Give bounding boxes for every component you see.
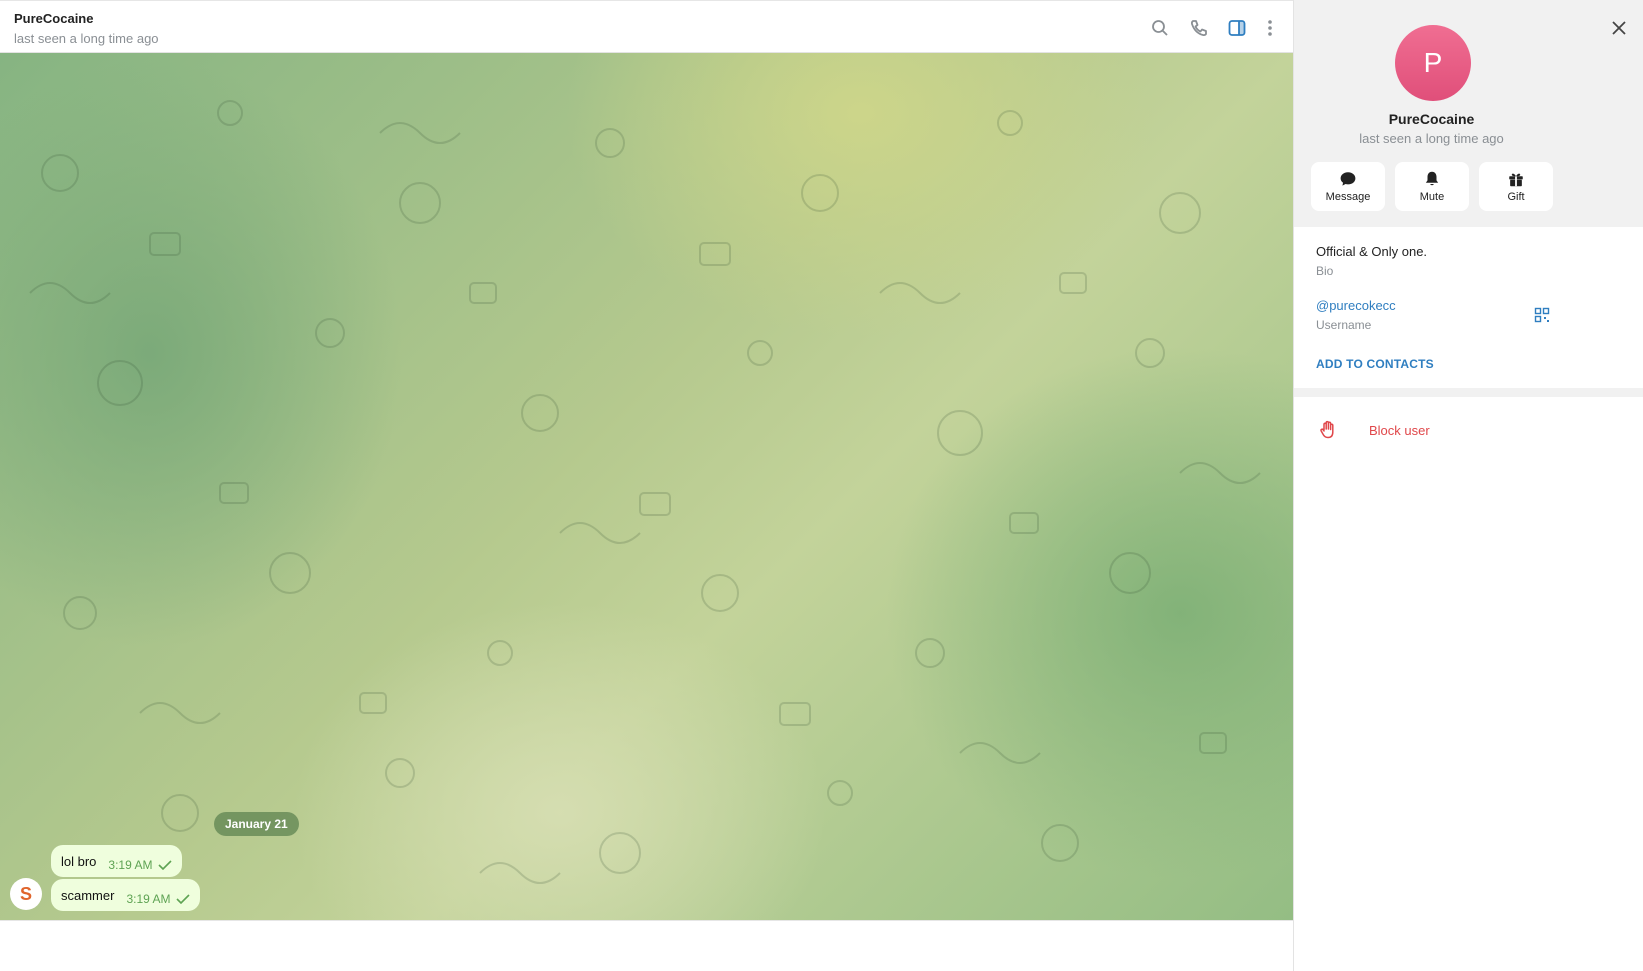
check-icon xyxy=(158,860,173,870)
chat-wallpaper xyxy=(0,53,1293,920)
message-bubble[interactable]: scammer 3:19 AM xyxy=(51,879,201,911)
profile-avatar[interactable]: P xyxy=(1395,25,1471,101)
date-chip: January 21 xyxy=(214,812,299,836)
message-meta: 3:19 AM xyxy=(126,892,191,906)
more-vertical-icon[interactable] xyxy=(1260,18,1280,38)
chat-header: PureCocaine last seen a long time ago xyxy=(0,0,1293,53)
close-icon[interactable] xyxy=(1609,18,1629,38)
chat-status: last seen a long time ago xyxy=(14,31,159,46)
chat-bottom-bar xyxy=(0,920,1293,971)
profile-panel: P PureCocaine last seen a long time ago … xyxy=(1293,0,1643,971)
message-text: lol bro xyxy=(61,853,97,869)
block-user-label: Block user xyxy=(1369,423,1430,438)
mute-button[interactable]: Mute xyxy=(1395,162,1469,211)
wallpaper-pattern xyxy=(29,100,1261,884)
phone-icon[interactable] xyxy=(1189,18,1209,38)
gift-button[interactable]: Gift xyxy=(1479,162,1553,211)
message-bubble[interactable]: lol bro 3:19 AM xyxy=(51,845,183,877)
chat-area: PureCocaine last seen a long time ago Ja… xyxy=(0,0,1293,971)
message-time: 3:19 AM xyxy=(126,892,171,906)
mute-label: Mute xyxy=(1419,191,1445,203)
username-link[interactable]: @purecokecc xyxy=(1316,298,1396,313)
section-divider xyxy=(1294,388,1643,397)
hand-stop-icon xyxy=(1320,420,1334,439)
sidebar-toggle-icon[interactable] xyxy=(1227,18,1247,38)
message-button[interactable]: Message xyxy=(1311,162,1385,211)
message-time: 3:19 AM xyxy=(108,858,153,872)
check-icon xyxy=(176,894,191,904)
sender-avatar[interactable]: S xyxy=(10,878,42,910)
message-meta: 3:19 AM xyxy=(108,858,173,872)
message-label: Message xyxy=(1325,191,1371,203)
gift-label: Gift xyxy=(1507,191,1525,203)
qr-code-icon[interactable] xyxy=(1534,307,1550,323)
profile-name: PureCocaine xyxy=(1388,111,1475,127)
bio-label: Bio xyxy=(1316,264,1334,278)
bell-icon xyxy=(1425,171,1439,186)
profile-status: last seen a long time ago xyxy=(1359,131,1504,146)
bio-text: Official & Only one. xyxy=(1316,244,1428,259)
message-icon xyxy=(1340,172,1356,186)
gift-icon xyxy=(1509,173,1523,187)
chat-title[interactable]: PureCocaine xyxy=(14,11,93,26)
profile-header: P PureCocaine last seen a long time ago … xyxy=(1294,0,1643,227)
search-icon[interactable] xyxy=(1150,18,1170,38)
message-text: scammer xyxy=(61,887,115,903)
block-user-button[interactable]: Block user xyxy=(1294,410,1643,450)
add-to-contacts-button[interactable]: ADD TO CONTACTS xyxy=(1316,357,1434,371)
username-label: Username xyxy=(1316,318,1372,332)
